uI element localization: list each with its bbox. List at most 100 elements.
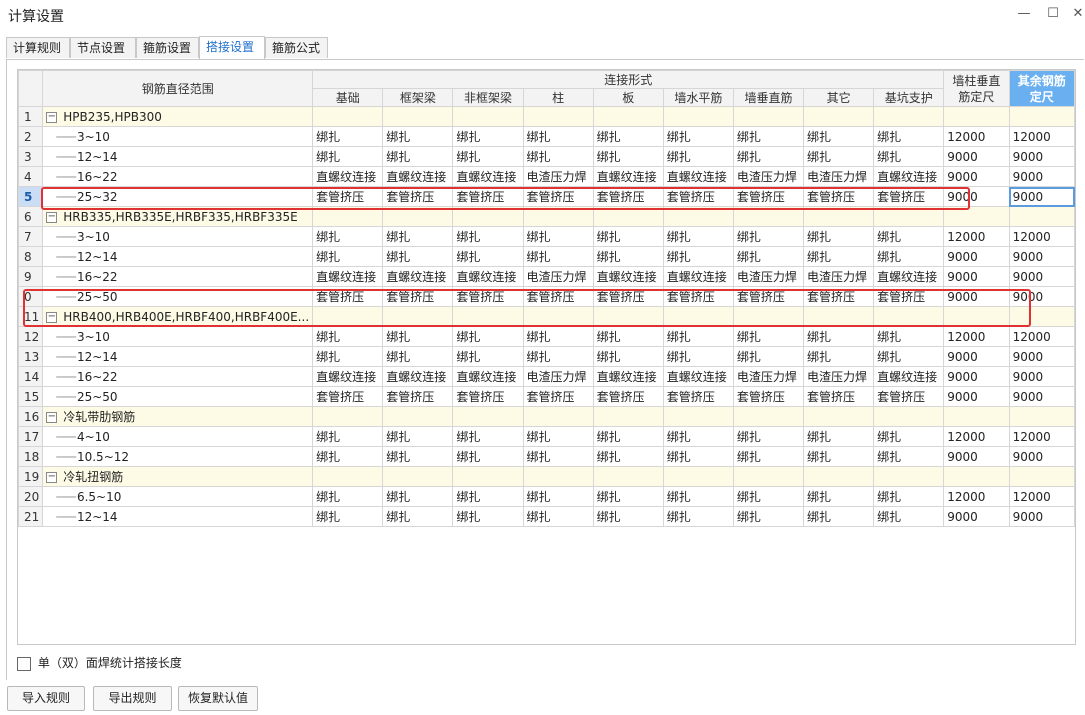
connection-type-cell[interactable]: 绑扎: [873, 326, 945, 347]
connection-type-cell[interactable]: 绑扎: [452, 426, 524, 447]
connection-type-cell[interactable]: 直螺纹连接: [452, 166, 524, 187]
connection-type-cell[interactable]: 套管挤压: [803, 386, 875, 407]
connection-type-cell[interactable]: 电渣压力焊: [732, 366, 805, 387]
connection-type-cell[interactable]: 绑扎: [662, 126, 734, 147]
maximize-button[interactable]: ☐: [1042, 4, 1064, 24]
connection-type-cell[interactable]: 绑扎: [312, 346, 384, 367]
connection-type-cell[interactable]: 绑扎: [803, 506, 875, 527]
table-row[interactable]: 4 ─── 16~22 直螺纹连接 直螺纹连接 直螺纹连接 电渣压力焊 直螺纹连接 直螺纹连接电…: [18, 166, 1075, 187]
connection-type-cell[interactable]: 绑扎: [662, 346, 734, 367]
connection-type-cell[interactable]: 绑扎: [803, 446, 875, 467]
connection-type-cell[interactable]: 绑扎: [873, 426, 945, 447]
diameter-range-cell[interactable]: ─── 12~14: [42, 146, 314, 167]
diameter-range-cell[interactable]: ─── 25~50: [42, 386, 314, 407]
connection-type-cell[interactable]: 绑扎: [452, 126, 524, 147]
fixed-length-cell[interactable]: 9000: [1008, 506, 1075, 527]
connection-type-cell[interactable]: 套管挤压: [522, 386, 594, 407]
connection-type-cell[interactable]: 套管挤压: [312, 386, 384, 407]
fixed-length-cell[interactable]: 9000: [943, 166, 1010, 187]
restore-defaults-button[interactable]: 恢复默认值: [178, 686, 258, 711]
diameter-range-cell[interactable]: ─── 6.5~10: [42, 486, 314, 507]
connection-type-cell[interactable]: 绑扎: [873, 126, 945, 147]
connection-type-cell[interactable]: 绑扎: [522, 446, 594, 467]
connection-type-cell[interactable]: 绑扎: [732, 506, 805, 527]
connection-type-cell[interactable]: 绑扎: [452, 346, 524, 367]
group-label-cell[interactable]: − 冷轧扭钢筋: [42, 466, 314, 487]
connection-type-cell[interactable]: 绑扎: [312, 446, 384, 467]
connection-type-cell[interactable]: 绑扎: [873, 446, 945, 467]
connection-type-cell[interactable]: 绑扎: [522, 126, 594, 147]
connection-type-cell[interactable]: 绑扎: [382, 126, 454, 147]
connection-type-cell[interactable]: 绑扎: [662, 146, 734, 167]
tab-node-settings[interactable]: 节点设置: [70, 37, 136, 58]
connection-type-cell[interactable]: 绑扎: [522, 346, 594, 367]
connection-type-cell[interactable]: 电渣压力焊: [522, 266, 594, 287]
fixed-length-cell[interactable]: 12000: [943, 486, 1010, 507]
connection-type-cell[interactable]: 绑扎: [732, 146, 805, 167]
connection-type-cell[interactable]: 绑扎: [522, 226, 594, 247]
fixed-length-cell[interactable]: 9000: [1008, 186, 1075, 207]
fixed-length-cell[interactable]: 9000: [1008, 146, 1075, 167]
fixed-length-cell[interactable]: 12000: [1008, 126, 1075, 147]
fixed-length-cell[interactable]: 9000: [1008, 346, 1075, 367]
connection-type-cell[interactable]: 绑扎: [662, 446, 734, 467]
connection-type-cell[interactable]: 直螺纹连接: [592, 266, 664, 287]
connection-type-cell[interactable]: 绑扎: [662, 486, 734, 507]
connection-type-cell[interactable]: 电渣压力焊: [803, 266, 875, 287]
connection-type-cell[interactable]: 直螺纹连接: [312, 266, 384, 287]
connection-type-cell[interactable]: 绑扎: [732, 126, 805, 147]
connection-type-cell[interactable]: 绑扎: [522, 246, 594, 267]
collapse-icon[interactable]: −: [46, 111, 58, 123]
connection-type-cell[interactable]: 绑扎: [592, 346, 664, 367]
connection-type-cell[interactable]: 直螺纹连接: [312, 366, 384, 387]
fixed-length-cell[interactable]: 12000: [943, 326, 1010, 347]
connection-type-cell[interactable]: 绑扎: [803, 246, 875, 267]
connection-type-cell[interactable]: 绑扎: [592, 506, 664, 527]
table-row[interactable]: 14 ─── 16~22 直螺纹连接 直螺纹连接 直螺纹连接 电渣压力焊 直螺纹连接 直螺纹连接…: [18, 366, 1075, 387]
connection-type-cell[interactable]: 绑扎: [452, 446, 524, 467]
connection-type-cell[interactable]: 电渣压力焊: [803, 166, 875, 187]
connection-type-cell[interactable]: 绑扎: [803, 126, 875, 147]
connection-type-cell[interactable]: 直螺纹连接: [873, 166, 945, 187]
tab-calc-rules[interactable]: 计算规则: [6, 37, 70, 58]
table-row[interactable]: 21 ─── 12~14 绑扎 绑扎 绑扎 绑扎 绑扎 绑扎 绑扎 绑扎 绑扎 9000 9000: [18, 506, 1075, 527]
fixed-length-cell[interactable]: 9000: [943, 386, 1010, 407]
diameter-range-cell[interactable]: ─── 16~22: [42, 266, 314, 287]
group-label-cell[interactable]: − HPB235,HPB300: [42, 106, 314, 127]
connection-type-cell[interactable]: 绑扎: [312, 506, 384, 527]
import-rules-button[interactable]: 导入规则: [7, 686, 85, 711]
connection-type-cell[interactable]: 绑扎: [312, 146, 384, 167]
connection-type-cell[interactable]: 绑扎: [662, 226, 734, 247]
weld-lap-option[interactable]: 单（双）面焊统计搭接长度: [17, 654, 182, 671]
connection-type-cell[interactable]: 绑扎: [592, 486, 664, 507]
export-rules-button[interactable]: 导出规则: [93, 686, 172, 711]
connection-type-cell[interactable]: 绑扎: [592, 226, 664, 247]
connection-type-cell[interactable]: 直螺纹连接: [312, 166, 384, 187]
fixed-length-cell[interactable]: 12000: [1008, 226, 1075, 247]
connection-type-cell[interactable]: 直螺纹连接: [382, 166, 454, 187]
close-button[interactable]: ✕: [1067, 4, 1085, 24]
connection-type-cell[interactable]: 绑扎: [382, 346, 454, 367]
connection-type-cell[interactable]: 绑扎: [803, 146, 875, 167]
diameter-range-cell[interactable]: ─── 3~10: [42, 326, 314, 347]
connection-type-cell[interactable]: 绑扎: [452, 146, 524, 167]
connection-type-cell[interactable]: 电渣压力焊: [732, 166, 805, 187]
connection-type-cell[interactable]: 电渣压力焊: [732, 266, 805, 287]
connection-type-cell[interactable]: 绑扎: [522, 506, 594, 527]
connection-type-cell[interactable]: 绑扎: [592, 326, 664, 347]
connection-type-cell[interactable]: 直螺纹连接: [382, 266, 454, 287]
table-row[interactable]: 15 ─── 25~50 套管挤压 套管挤压 套管挤压 套管挤压 套管挤压 套管挤压 套管挤压 套管…: [18, 386, 1075, 407]
fixed-length-cell[interactable]: 9000: [943, 266, 1010, 287]
connection-type-cell[interactable]: 绑扎: [873, 146, 945, 167]
connection-type-cell[interactable]: 绑扎: [803, 226, 875, 247]
diameter-range-cell[interactable]: ─── 16~22: [42, 166, 314, 187]
connection-type-cell[interactable]: 绑扎: [382, 246, 454, 267]
tab-lap-settings[interactable]: 搭接设置: [199, 36, 265, 59]
connection-type-cell[interactable]: 绑扎: [873, 246, 945, 267]
table-row[interactable]: 9 ─── 16~22 直螺纹连接 直螺纹连接 直螺纹连接 电渣压力焊 直螺纹连接 直螺纹连接电…: [18, 266, 1075, 287]
table-row[interactable]: 12 ─── 3~10 绑扎 绑扎 绑扎 绑扎 绑扎 绑扎 绑扎 绑扎 绑扎 12000 12000: [18, 326, 1075, 347]
connection-type-cell[interactable]: 直螺纹连接: [592, 366, 664, 387]
connection-type-cell[interactable]: 绑扎: [732, 246, 805, 267]
connection-type-cell[interactable]: 绑扎: [803, 426, 875, 447]
connection-type-cell[interactable]: 绑扎: [732, 226, 805, 247]
